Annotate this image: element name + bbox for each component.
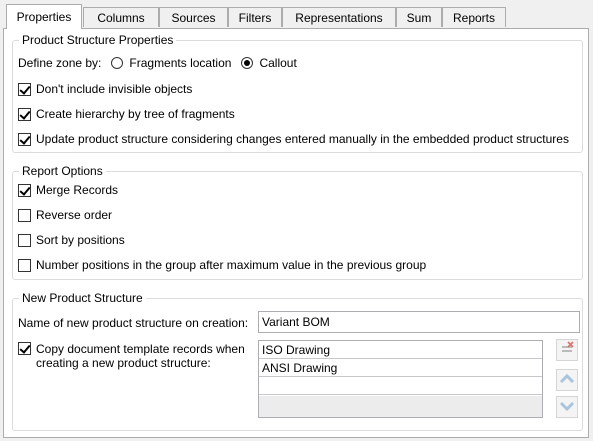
- delete-record-button[interactable]: [556, 339, 578, 361]
- group-title: Product Structure Properties: [19, 33, 177, 47]
- tab-columns[interactable]: Columns: [83, 7, 159, 27]
- list-item[interactable]: ISO Drawing: [259, 341, 542, 359]
- checkbox-label: Create hierarchy by tree of fragments: [36, 107, 235, 121]
- define-zone-row: Define zone by: Fragments location Callo…: [18, 56, 297, 70]
- tab-properties[interactable]: Properties: [6, 4, 82, 29]
- structure-name-value: Variant BOM: [262, 315, 330, 329]
- checkbox-label: Merge Records: [36, 183, 119, 197]
- radio-callout[interactable]: Callout: [241, 56, 297, 70]
- checkbox-indicator[interactable]: [18, 208, 31, 222]
- checkbox-number-positions[interactable]: Number positions in the group after maxi…: [18, 258, 426, 272]
- checkbox-indicator[interactable]: [18, 258, 31, 272]
- template-records-list[interactable]: ISO Drawing ANSI Drawing: [258, 340, 543, 418]
- delete-icon: [559, 340, 575, 360]
- checkbox-indicator[interactable]: [18, 132, 31, 146]
- new-product-structure-group: New Product Structure Name of new produc…: [12, 291, 583, 431]
- checkbox-indicator[interactable]: [18, 233, 31, 247]
- copy-label-line1: Copy document template records when: [36, 342, 245, 356]
- tab-label: Columns: [97, 10, 145, 25]
- name-label: Name of new product structure on creatio…: [18, 316, 248, 330]
- tab-reports[interactable]: Reports: [442, 7, 506, 27]
- tab-label: Properties: [16, 10, 72, 24]
- checkbox-indicator[interactable]: [18, 82, 31, 96]
- name-label-text: Name of new product structure on creatio…: [18, 316, 249, 330]
- checkbox-indicator[interactable]: [18, 107, 31, 121]
- list-item-label: ISO Drawing: [262, 342, 331, 357]
- list-empty-area: [259, 396, 542, 417]
- checkbox-label: Number positions in the group after maxi…: [36, 258, 427, 272]
- tab-sources[interactable]: Sources: [159, 7, 228, 27]
- move-up-button[interactable]: [556, 369, 578, 391]
- checkbox-indicator[interactable]: [18, 183, 31, 197]
- list-item-label: ANSI Drawing: [262, 360, 338, 375]
- tab-label: Sources: [171, 10, 216, 25]
- radio-indicator[interactable]: [241, 57, 254, 69]
- report-options-group: Report Options Merge Records Reverse ord…: [12, 164, 583, 280]
- define-zone-label: Define zone by:: [18, 56, 102, 70]
- checkbox-merge-records[interactable]: Merge Records: [18, 183, 118, 197]
- structure-name-input[interactable]: Variant BOM: [258, 311, 580, 333]
- copy-label-line2: creating a new product structure:: [36, 356, 211, 370]
- tab-sum[interactable]: Sum: [396, 7, 442, 27]
- tab-filters[interactable]: Filters: [228, 7, 282, 27]
- move-down-button[interactable]: [556, 396, 578, 418]
- radio-label: Fragments location: [129, 56, 232, 70]
- arrow-down-icon: [559, 398, 575, 417]
- tab-label: Reports: [452, 10, 496, 25]
- checkbox-label: Sort by positions: [36, 233, 125, 247]
- group-title: New Product Structure: [19, 291, 146, 305]
- checkbox-create-hierarchy[interactable]: Create hierarchy by tree of fragments: [18, 107, 235, 121]
- checkbox-dont-include-invisible[interactable]: Don't include invisible objects: [18, 82, 192, 96]
- checkbox-label: Update product structure considering cha…: [36, 132, 569, 146]
- checkbox-sort-by-positions[interactable]: Sort by positions: [18, 233, 125, 247]
- checkbox-update-product-structure[interactable]: Update product structure considering cha…: [18, 132, 569, 146]
- tab-label: Filters: [238, 10, 272, 25]
- radio-indicator[interactable]: [111, 57, 124, 69]
- properties-panel: Product Structure Properties Define zone…: [3, 28, 589, 438]
- arrow-up-icon: [559, 371, 575, 390]
- group-title: Report Options: [19, 164, 106, 178]
- checkbox-label: Don't include invisible objects: [36, 82, 193, 96]
- checkbox-copy-template-records[interactable]: Copy document template records when crea…: [18, 342, 245, 370]
- radio-fragments-location[interactable]: Fragments location: [111, 56, 241, 70]
- checkbox-indicator[interactable]: [18, 342, 31, 355]
- checkbox-label: Reverse order: [36, 208, 113, 222]
- tab-representations[interactable]: Representations: [282, 7, 396, 27]
- list-item[interactable]: ANSI Drawing: [259, 359, 542, 377]
- checkbox-reverse-order[interactable]: Reverse order: [18, 208, 112, 222]
- list-item-empty[interactable]: [259, 377, 542, 395]
- tab-label: Representations: [295, 10, 383, 25]
- tab-label: Sum: [406, 10, 432, 25]
- copy-label: Copy document template records when crea…: [36, 342, 245, 370]
- product-structure-group: Product Structure Properties Define zone…: [12, 33, 583, 153]
- radio-label: Callout: [259, 56, 297, 70]
